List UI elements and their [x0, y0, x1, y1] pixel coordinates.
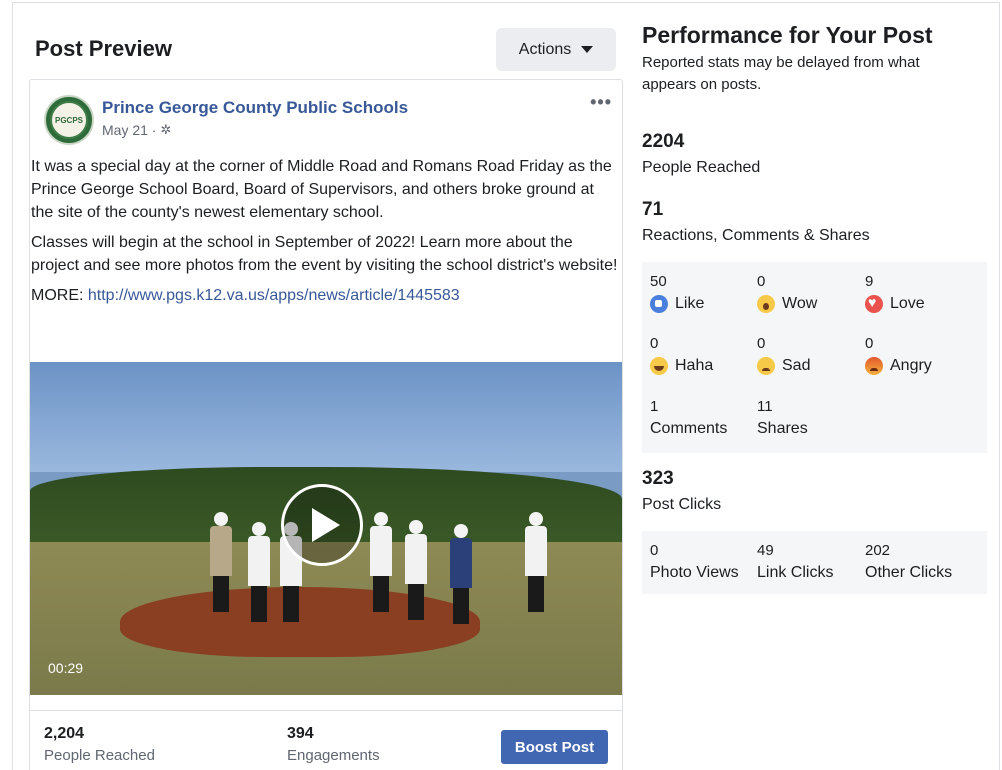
reaction-count: 50	[650, 273, 667, 290]
reaction-wow: 0 Wow	[757, 273, 817, 313]
post-card: PGCPS Prince George County Public School…	[29, 79, 623, 770]
comments-label: Comments	[650, 420, 728, 437]
people-reached-value: 2204	[642, 131, 685, 152]
video-player[interactable]: 00:29	[30, 362, 622, 695]
people-reached-label: People Reached	[642, 159, 761, 176]
avatar-logo-text: PGCPS	[50, 101, 88, 139]
love-icon	[865, 294, 883, 313]
angry-icon	[865, 357, 883, 375]
video-person	[210, 512, 232, 612]
reaction-label: Angry	[890, 357, 932, 374]
article-link[interactable]: http://www.pgs.k12.va.us/apps/news/artic…	[88, 287, 460, 304]
page-avatar[interactable]: PGCPS	[44, 95, 94, 145]
video-person	[370, 512, 392, 612]
post-paragraph: Classes will begin at the school in Sept…	[31, 234, 618, 274]
gear-icon[interactable]: ✲	[160, 122, 171, 138]
haha-icon	[650, 357, 668, 375]
actions-dropdown-button[interactable]: Actions	[496, 28, 616, 71]
reaction-haha: 0 Haha	[650, 335, 713, 375]
more-options-icon[interactable]: •••	[590, 92, 612, 113]
play-icon	[311, 508, 340, 542]
video-person	[248, 522, 270, 622]
performance-heading: Performance for Your Post	[642, 22, 933, 48]
reaction-love: 9 Love	[865, 273, 925, 313]
video-person	[450, 524, 472, 624]
rcs-label: Reactions, Comments & Shares	[642, 227, 870, 244]
reaction-label: Haha	[675, 357, 714, 374]
link-clicks-stat: 49 Link Clicks	[757, 542, 833, 582]
reaction-like: 50 Like	[650, 273, 704, 313]
click-label: Photo Views	[650, 564, 739, 581]
shares-count: 11	[757, 398, 773, 415]
sad-icon	[757, 357, 775, 375]
other-clicks-stat: 202 Other Clicks	[865, 542, 952, 582]
shares-label: Shares	[757, 420, 808, 437]
rcs-value: 71	[642, 199, 664, 220]
wow-icon	[757, 295, 775, 313]
comments-count: 1	[650, 398, 659, 415]
footer-engagements-label: Engagements	[287, 747, 380, 764]
page-name-link[interactable]: Prince George County Public Schools	[102, 98, 408, 118]
click-label: Link Clicks	[757, 564, 834, 581]
clicks-breakdown: 0 Photo Views 49 Link Clicks 202 Other C…	[642, 531, 987, 594]
reaction-count: 0	[650, 335, 659, 352]
reactions-breakdown: 50 Like 0 Wow 9 Love 0 Haha 0 Sad 0 Angr…	[642, 262, 987, 453]
reaction-label: Sad	[782, 357, 811, 374]
post-paragraph: It was a special day at the corner of Mi…	[31, 158, 612, 221]
post-clicks-value: 323	[642, 468, 674, 489]
footer-reached-stat: 2,204 People Reached	[44, 725, 155, 764]
post-meta: May 21 · ✲	[102, 122, 171, 138]
video-person	[405, 520, 427, 620]
reaction-count: 0	[757, 273, 766, 290]
reaction-count: 0	[757, 335, 766, 352]
footer-reached-value: 2,204	[44, 725, 85, 742]
photo-views-stat: 0 Photo Views	[650, 542, 739, 582]
reaction-count: 0	[865, 335, 874, 352]
video-person	[525, 512, 547, 612]
click-count: 0	[650, 542, 659, 559]
reaction-angry: 0 Angry	[865, 335, 932, 375]
reaction-sad: 0 Sad	[757, 335, 810, 375]
video-duration: 00:29	[48, 660, 84, 676]
comments-stat: 1 Comments	[650, 398, 727, 438]
click-label: Other Clicks	[865, 564, 953, 581]
reaction-count: 9	[865, 273, 874, 290]
post-body: It was a special day at the corner of Mi…	[31, 155, 619, 314]
play-button[interactable]	[281, 484, 363, 566]
more-prefix: MORE:	[31, 287, 88, 304]
actions-label: Actions	[518, 40, 572, 58]
footer-engagements-stat: 394 Engagements	[287, 725, 380, 764]
footer-engagements-value: 394	[287, 725, 314, 742]
video-sky	[30, 362, 622, 472]
post-card-footer: 2,204 People Reached 394 Engagements Boo…	[30, 710, 622, 770]
caret-down-icon	[581, 46, 594, 53]
shares-stat: 11 Shares	[757, 398, 808, 438]
like-icon	[650, 295, 668, 313]
reaction-label: Like	[675, 295, 705, 312]
post-date[interactable]: May 21 ·	[102, 122, 156, 138]
post-more-line: MORE: http://www.pgs.k12.va.us/apps/news…	[31, 284, 619, 307]
performance-subtitle: Reported stats may be delayed from what …	[642, 54, 920, 93]
post-preview-heading: Post Preview	[35, 36, 172, 61]
click-count: 49	[757, 542, 774, 559]
post-clicks-label: Post Clicks	[642, 496, 722, 513]
boost-post-button[interactable]: Boost Post	[501, 730, 608, 764]
reaction-label: Love	[890, 295, 925, 312]
click-count: 202	[865, 542, 891, 559]
reaction-label: Wow	[782, 295, 818, 312]
footer-reached-label: People Reached	[44, 747, 155, 764]
